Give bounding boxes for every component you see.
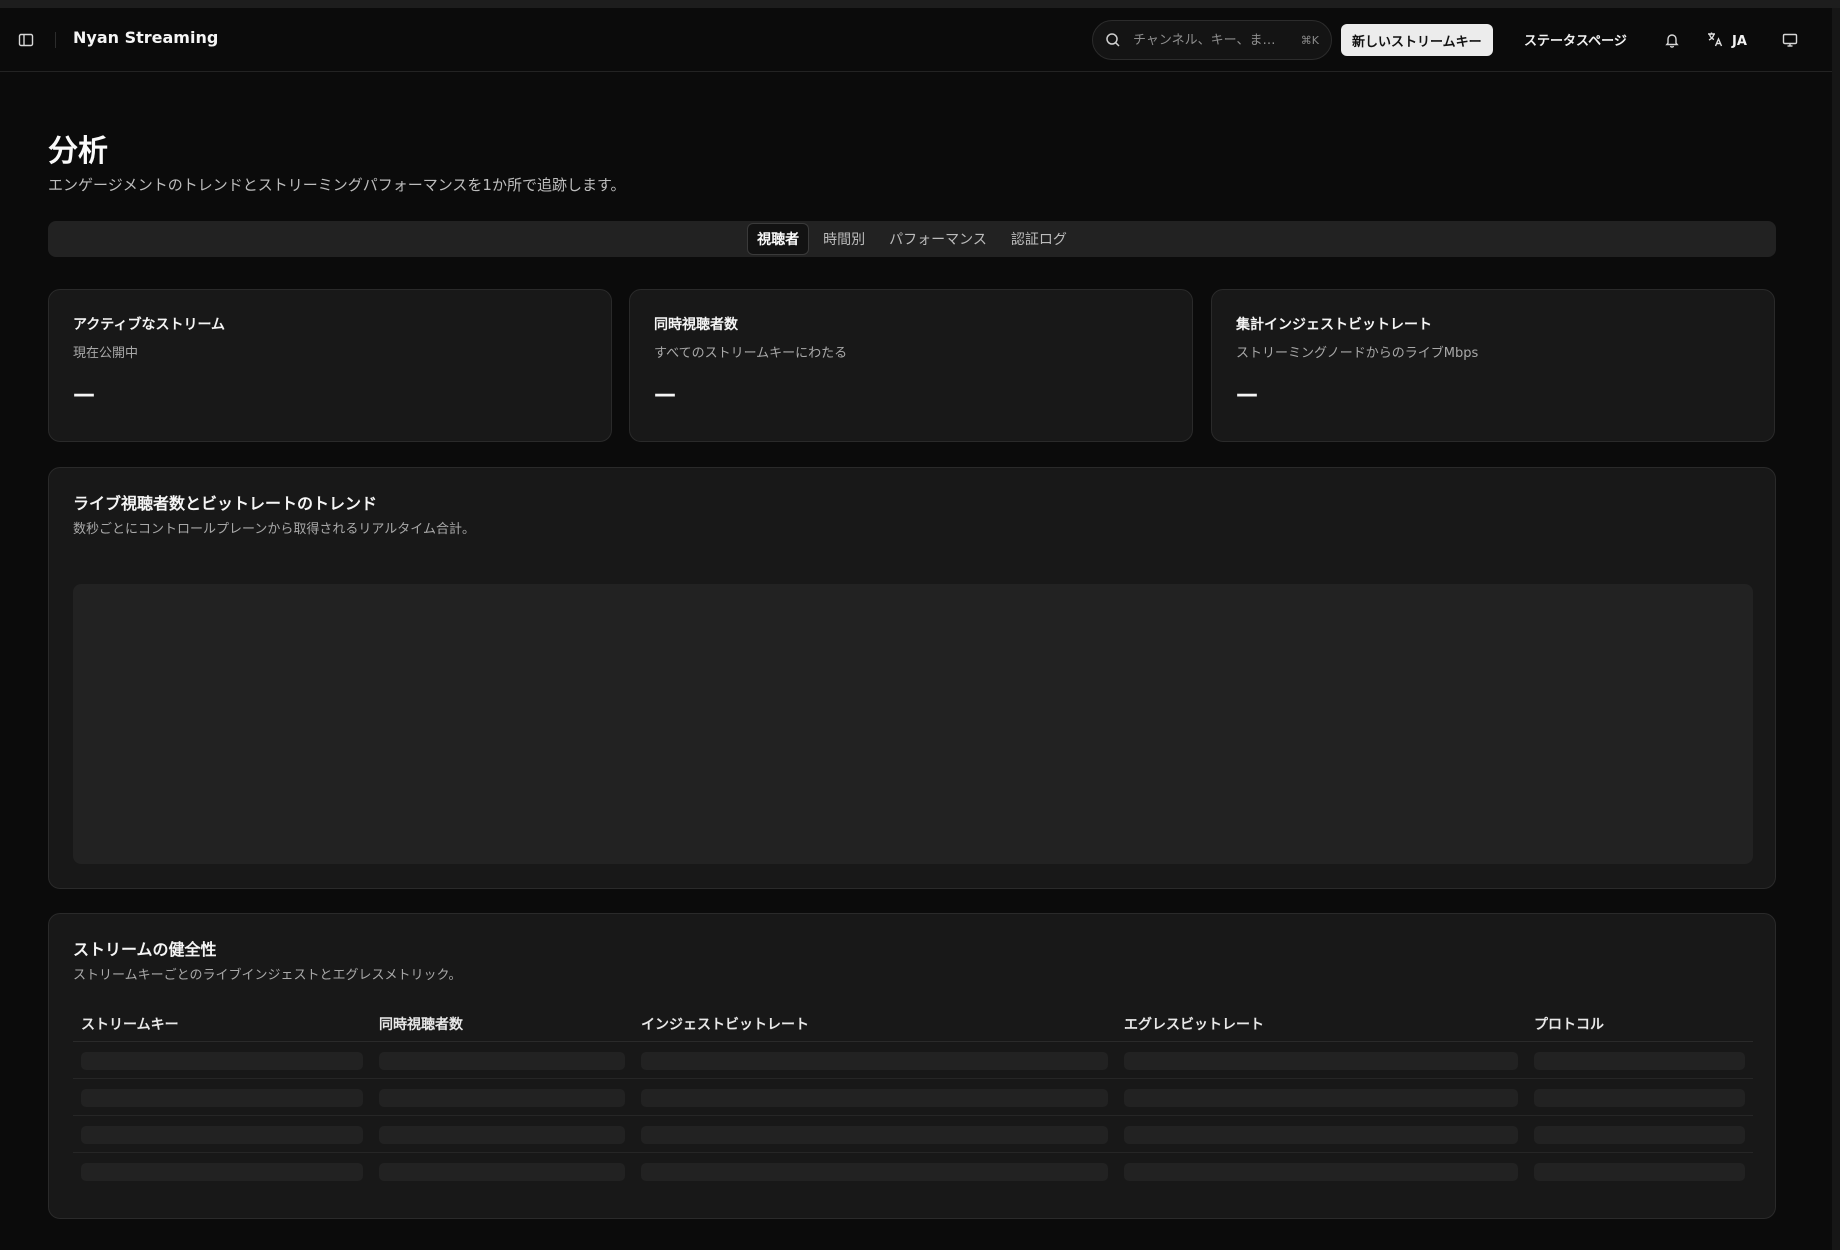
skeleton-cell [641, 1089, 1108, 1107]
page-title: 分析 [48, 134, 108, 169]
stat-description: 現在公開中 [73, 346, 139, 361]
column-protocol[interactable]: プロトコル [1534, 1014, 1604, 1034]
trend-title: ライブ視聴者数とビットレートのトレンド [73, 494, 378, 513]
skeleton-cell [1124, 1052, 1518, 1070]
stat-description: すべてのストリームキーにわたる [654, 346, 848, 361]
stat-card-active-streams: アクティブなストリーム 現在公開中 — [48, 289, 612, 442]
column-concurrent-viewers[interactable]: 同時視聴者数 [379, 1014, 463, 1034]
header-divider [55, 32, 56, 48]
search-input[interactable] [1133, 32, 1293, 48]
skeleton-cell [641, 1163, 1108, 1181]
column-stream-key[interactable]: ストリームキー [81, 1014, 179, 1034]
status-page-link[interactable]: ステータスページ [1524, 30, 1627, 49]
bell-icon[interactable] [1662, 30, 1682, 50]
column-egress-bitrate[interactable]: エグレスビットレート [1124, 1014, 1264, 1034]
stat-value: — [654, 382, 676, 407]
skeleton-cell [379, 1126, 625, 1144]
monitor-icon[interactable] [1780, 30, 1800, 50]
table-row [73, 1153, 1753, 1190]
table-row [73, 1042, 1753, 1079]
skeleton-cell [641, 1126, 1108, 1144]
tab-hourly[interactable]: 時間別 [813, 223, 875, 255]
search-box[interactable]: ⌘K [1092, 20, 1332, 60]
skeleton-cell [379, 1089, 625, 1107]
stat-card-ingest-bitrate: 集計インジェストビットレート ストリーミングノードからのライブMbps — [1211, 289, 1775, 442]
trend-description: 数秒ごとにコントロールプレーンから取得されるリアルタイム合計。 [73, 522, 475, 537]
language-switcher[interactable]: JA [1706, 30, 1747, 52]
skeleton-cell [1534, 1089, 1745, 1107]
stat-title: 集計インジェストビットレート [1236, 317, 1432, 333]
top-header: Nyan Streaming ⌘K 新しいストリームキー ステータスページ [0, 8, 1832, 72]
search-icon [1105, 32, 1121, 48]
health-title: ストリームの健全性 [73, 940, 217, 959]
page-subtitle: エンゲージメントのトレンドとストリーミングパフォーマンスを1か所で追跡します。 [48, 176, 626, 194]
skeleton-cell [1124, 1089, 1518, 1107]
language-code: JA [1732, 33, 1747, 49]
skeleton-cell [379, 1052, 625, 1070]
health-description: ストリームキーごとのライブインジェストとエグレスメトリック。 [73, 968, 462, 983]
window-right-strip [1832, 8, 1840, 1250]
trend-card: ライブ視聴者数とビットレートのトレンド 数秒ごとにコントロールプレーンから取得さ… [48, 467, 1776, 889]
skeleton-cell [1534, 1052, 1745, 1070]
table-row [73, 1116, 1753, 1153]
tab-viewers[interactable]: 視聴者 [747, 223, 810, 255]
skeleton-cell [81, 1163, 363, 1181]
skeleton-cell [1534, 1126, 1745, 1144]
stat-value: — [73, 382, 95, 407]
brand-name[interactable]: Nyan Streaming [73, 28, 218, 47]
skeleton-cell [641, 1052, 1108, 1070]
skeleton-cell [81, 1126, 363, 1144]
translate-icon [1706, 30, 1724, 52]
stream-health-card: ストリームの健全性 ストリームキーごとのライブインジェストとエグレスメトリック。… [48, 913, 1776, 1219]
stream-health-table: ストリームキー 同時視聴者数 インジェストビットレート エグレスビットレート プ… [73, 1006, 1753, 1190]
stat-description: ストリーミングノードからのライブMbps [1236, 346, 1479, 361]
table-row [73, 1079, 1753, 1116]
analytics-tabs: 視聴者 時間別 パフォーマンス 認証ログ [48, 221, 1776, 257]
skeleton-cell [379, 1163, 625, 1181]
table-header: ストリームキー 同時視聴者数 インジェストビットレート エグレスビットレート プ… [73, 1006, 1753, 1042]
skeleton-cell [1534, 1163, 1745, 1181]
skeleton-cell [81, 1052, 363, 1070]
search-shortcut: ⌘K [1300, 33, 1319, 47]
chart-loading-placeholder [73, 584, 1753, 864]
stat-title: アクティブなストリーム [73, 317, 226, 333]
tab-auth-log[interactable]: 認証ログ [1001, 223, 1077, 255]
skeleton-cell [1124, 1163, 1518, 1181]
sidebar-toggle-icon[interactable] [16, 30, 36, 50]
stat-card-concurrent-viewers: 同時視聴者数 すべてのストリームキーにわたる — [629, 289, 1193, 442]
column-ingest-bitrate[interactable]: インジェストビットレート [641, 1014, 809, 1034]
window-top-strip [0, 0, 1840, 8]
stat-title: 同時視聴者数 [654, 317, 738, 333]
skeleton-cell [1124, 1126, 1518, 1144]
app-root: Nyan Streaming ⌘K 新しいストリームキー ステータスページ [0, 0, 1840, 1250]
new-stream-key-button[interactable]: 新しいストリームキー [1341, 24, 1493, 56]
tab-performance[interactable]: パフォーマンス [879, 223, 997, 255]
skeleton-cell [81, 1089, 363, 1107]
stat-value: — [1236, 382, 1258, 407]
